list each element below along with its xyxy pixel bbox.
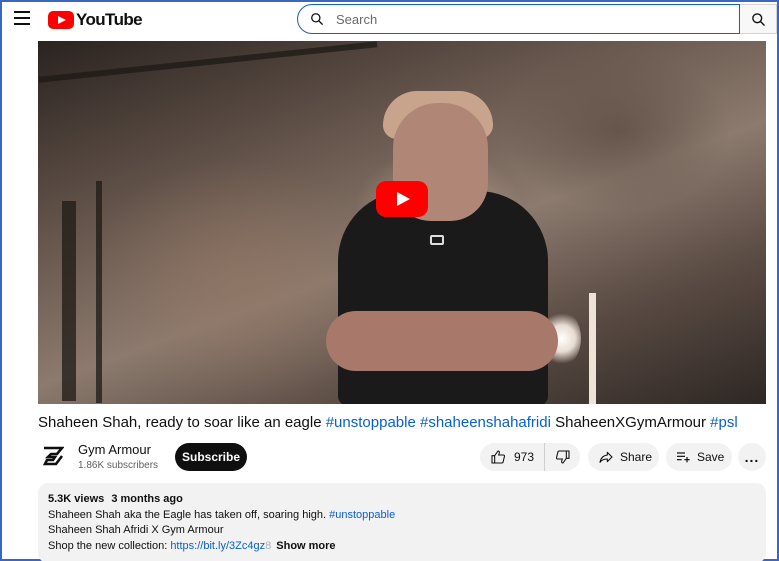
video-title: Shaheen Shah, ready to soar like an eagl… — [38, 413, 766, 433]
logo-text: YouTube — [76, 10, 143, 29]
brand-logo-icon — [430, 235, 444, 245]
shop-link[interactable]: https://bit.ly/3Zc4gz — [170, 540, 265, 552]
view-count: 5.3K views — [48, 493, 105, 505]
share-icon — [599, 451, 613, 463]
hashtag-link[interactable]: #unstoppable — [326, 414, 416, 431]
more-dots-icon: ... — [744, 449, 760, 465]
gym-beam — [38, 41, 378, 83]
thumbs-up-icon — [491, 450, 506, 464]
person-crossed-arms — [326, 311, 558, 371]
title-text: Shaheen Shah, ready to soar like an eagl… — [38, 414, 322, 431]
gym-armour-logo-icon — [42, 446, 65, 466]
subscriber-count: 1.86K subscribers — [78, 460, 159, 471]
like-count: 973 — [514, 450, 535, 464]
description-line: Shop the new collection: https://bit.ly/… — [48, 539, 766, 555]
show-more-button[interactable]: Show more — [276, 540, 335, 552]
subscribe-button[interactable]: Subscribe — [175, 443, 247, 471]
title-text: ShaheenXGymArmour — [555, 414, 706, 431]
save-button[interactable]: Save — [666, 443, 732, 471]
hashtag-link[interactable]: #psl — [710, 414, 738, 431]
hashtag-link[interactable]: #shaheenshahafridi — [420, 414, 551, 431]
channel-avatar[interactable] — [42, 445, 65, 467]
share-label: Share — [620, 450, 653, 464]
hashtag-link[interactable]: #unstoppable — [329, 509, 395, 521]
upload-age: 3 months ago — [111, 493, 183, 505]
description-meta: 5.3K views 3 months ago — [48, 492, 766, 508]
add-to-playlist-icon — [677, 452, 690, 463]
search-icon — [751, 12, 765, 26]
description-box[interactable]: 5.3K views 3 months ago Shaheen Shah aka… — [38, 483, 766, 561]
person-torso — [338, 191, 548, 404]
youtube-logo[interactable]: YouTube — [48, 9, 143, 31]
like-dislike-group: 973 — [480, 443, 580, 471]
link-fade-text: 8 — [265, 539, 272, 552]
like-button[interactable]: 973 — [490, 443, 546, 471]
search-icon — [311, 13, 323, 25]
hamburger-menu-icon[interactable] — [14, 11, 32, 27]
gym-frame — [62, 201, 76, 401]
video-player[interactable] — [38, 41, 766, 404]
thumbs-down-icon — [555, 450, 570, 464]
youtube-play-icon — [48, 11, 74, 29]
description-text: Shaheen Shah aka the Eagle has taken off… — [48, 508, 327, 521]
description-text: Shop the new collection: — [48, 539, 168, 552]
search-box[interactable] — [297, 4, 740, 34]
dislike-button[interactable] — [545, 443, 580, 471]
search-button[interactable] — [740, 4, 777, 34]
play-button[interactable] — [376, 181, 428, 217]
description-line: Shaheen Shah Afridi X Gym Armour — [48, 524, 224, 536]
save-label: Save — [697, 450, 725, 464]
channel-name[interactable]: Gym Armour — [78, 442, 151, 457]
more-actions-button[interactable]: ... — [738, 443, 766, 471]
light-bar — [589, 293, 596, 404]
description-line: Shaheen Shah aka the Eagle has taken off… — [48, 508, 766, 524]
gym-frame — [96, 181, 102, 403]
top-bar: YouTube — [2, 2, 777, 38]
share-button[interactable]: Share — [588, 443, 659, 471]
search-input[interactable] — [336, 11, 716, 27]
